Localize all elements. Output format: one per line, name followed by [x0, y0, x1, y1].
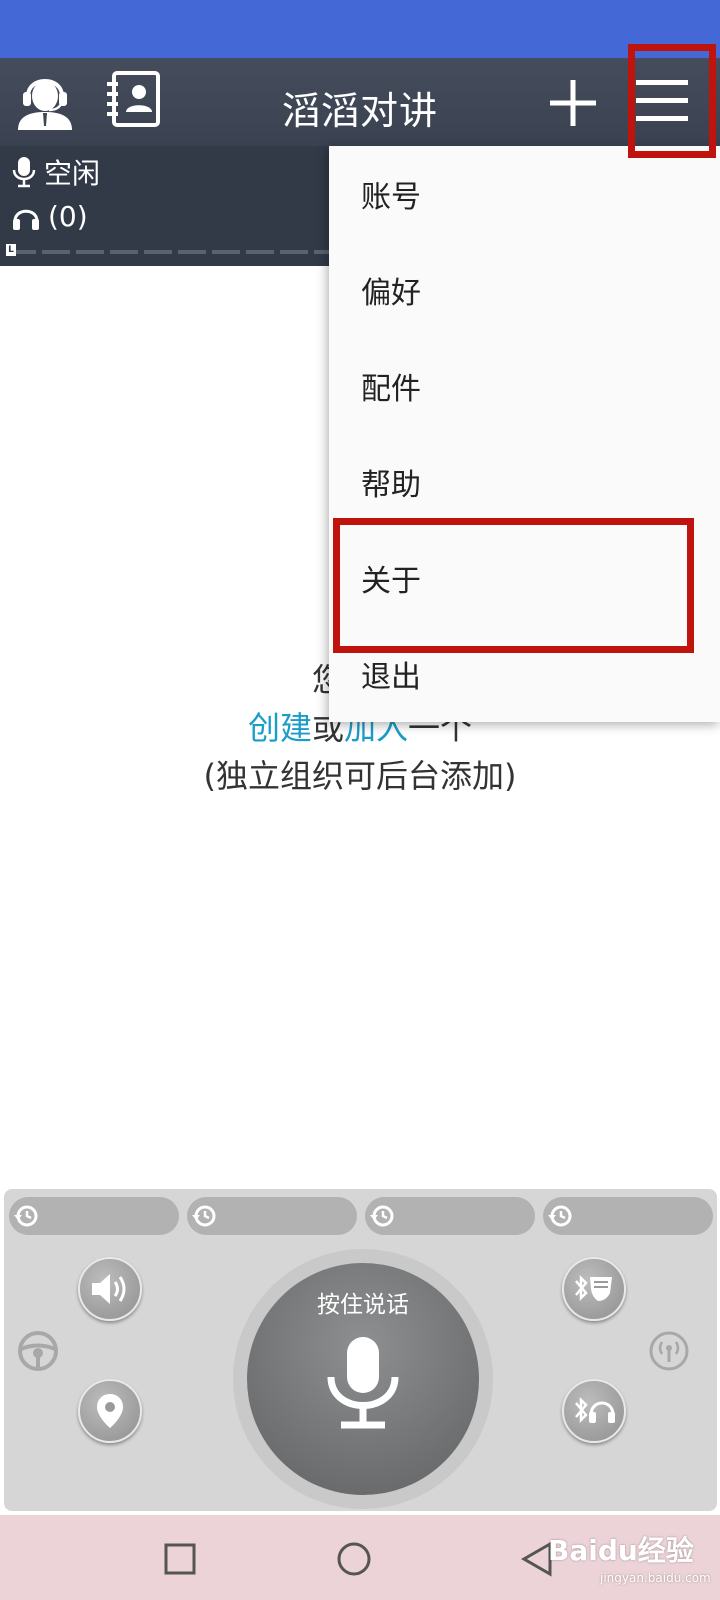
history-icon — [370, 1205, 394, 1227]
level-marker: L — [6, 244, 16, 256]
bluetooth-headset-icon — [575, 1396, 615, 1424]
bluetooth-headset-button[interactable] — [562, 1379, 626, 1443]
system-navigation-bar: Baidu经验 jingyan.baidu.com — [0, 1515, 720, 1600]
listener-count: (0) — [48, 200, 88, 233]
circle-icon — [337, 1542, 371, 1576]
add-icon[interactable] — [548, 78, 598, 132]
overflow-menu: 账号 偏好 配件 帮助 关于 退出 — [329, 146, 720, 722]
bluetooth-radio-mic-icon — [575, 1274, 612, 1302]
location-button[interactable] — [78, 1379, 142, 1443]
broadcast-signal-icon[interactable] — [647, 1329, 691, 1373]
history-icon — [14, 1205, 38, 1227]
app-bar: 滔滔对讲 — [0, 58, 720, 146]
square-icon — [164, 1543, 196, 1575]
history-slot-2[interactable] — [187, 1197, 357, 1235]
menu-item-help[interactable]: 帮助 — [329, 434, 720, 530]
history-icon — [548, 1205, 572, 1227]
speaker-button[interactable] — [78, 1257, 142, 1321]
push-to-talk-ring: 按住说话 — [233, 1249, 493, 1509]
menu-item-account[interactable]: 账号 — [329, 146, 720, 242]
menu-item-preferences[interactable]: 偏好 — [329, 242, 720, 338]
bluetooth-speaker-mic-button[interactable] — [562, 1257, 626, 1321]
mic-status: 空闲 — [12, 152, 100, 192]
microphone-icon — [12, 157, 36, 188]
headphones-icon — [13, 209, 39, 230]
watermark-url: jingyan.baidu.com — [600, 1571, 711, 1585]
history-slot-4[interactable] — [543, 1197, 713, 1235]
home-button[interactable] — [332, 1537, 376, 1581]
watermark: Baidu经验 — [548, 1534, 694, 1567]
mic-state-label: 空闲 — [44, 157, 101, 190]
location-pin-icon — [97, 1394, 123, 1428]
system-status-bar — [0, 0, 720, 58]
history-icon — [192, 1205, 216, 1227]
microphone-icon — [327, 1337, 399, 1429]
menu-item-exit[interactable]: 退出 — [329, 626, 720, 722]
control-panel: 按住说话 — [4, 1189, 717, 1511]
app-title: 滔滔对讲 — [281, 89, 438, 133]
speaker-icon — [92, 1274, 126, 1304]
empty-state-line3: (独立组织可后台添加) — [203, 757, 517, 795]
push-to-talk-button[interactable]: 按住说话 — [247, 1263, 479, 1495]
menu-item-accessories[interactable]: 配件 — [329, 338, 720, 434]
create-link[interactable]: 创建 — [248, 709, 312, 747]
recent-apps-button[interactable] — [158, 1537, 202, 1581]
history-slot-1[interactable] — [9, 1197, 179, 1235]
hamburger-menu-icon[interactable] — [636, 78, 688, 128]
history-slot-3[interactable] — [365, 1197, 535, 1235]
steering-wheel-icon[interactable] — [16, 1329, 60, 1373]
menu-item-about[interactable]: 关于 — [329, 530, 720, 626]
push-to-talk-label: 按住说话 — [317, 1292, 409, 1318]
listener-status: (0) — [12, 200, 88, 233]
